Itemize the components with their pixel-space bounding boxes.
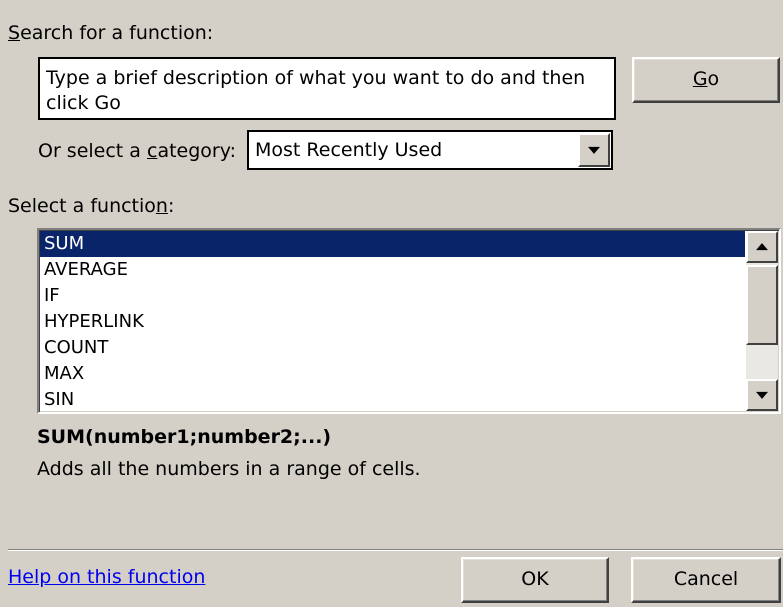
search-input[interactable]: Type a brief description of what you wan… xyxy=(38,57,616,120)
function-list-item[interactable]: COUNT xyxy=(40,335,745,361)
cancel-button[interactable]: Cancel xyxy=(631,557,781,603)
search-input-text: Type a brief description of what you wan… xyxy=(46,67,586,114)
category-select-value: Most Recently Used xyxy=(255,139,443,161)
scroll-down-button[interactable] xyxy=(746,379,778,411)
footer-divider xyxy=(8,549,783,551)
ok-button[interactable]: OK xyxy=(461,557,609,603)
chevron-down-icon xyxy=(588,146,600,154)
function-list-item[interactable]: MAX xyxy=(40,361,745,387)
scroll-up-button[interactable] xyxy=(746,231,778,263)
function-list-item[interactable]: IF xyxy=(40,283,745,309)
function-list-item[interactable]: SUM xyxy=(40,231,745,257)
function-list-scrollbar[interactable] xyxy=(746,231,778,411)
function-signature: SUM(number1;number2;...) xyxy=(37,426,332,448)
go-button[interactable]: Go xyxy=(632,57,780,103)
scrollbar-thumb[interactable] xyxy=(746,265,778,345)
function-list-item[interactable]: HYPERLINK xyxy=(40,309,745,335)
category-label: Or select a category: xyxy=(38,140,236,162)
function-list-items: SUM AVERAGE IF HYPERLINK COUNT MAX SIN xyxy=(40,231,745,413)
function-description: Adds all the numbers in a range of cells… xyxy=(37,458,421,480)
category-dropdown-button[interactable] xyxy=(578,133,610,167)
help-on-function-link[interactable]: Help on this function xyxy=(8,566,205,588)
scroll-down-arrow-icon xyxy=(756,391,768,399)
scroll-up-arrow-icon xyxy=(756,243,768,251)
function-list[interactable]: SUM AVERAGE IF HYPERLINK COUNT MAX SIN xyxy=(37,228,781,414)
function-list-item[interactable]: AVERAGE xyxy=(40,257,745,283)
category-select[interactable]: Most Recently Used xyxy=(247,130,613,170)
function-list-label: Select a function: xyxy=(8,195,175,217)
search-label: Search for a function: xyxy=(8,22,214,44)
function-list-item[interactable]: SIN xyxy=(40,387,745,413)
